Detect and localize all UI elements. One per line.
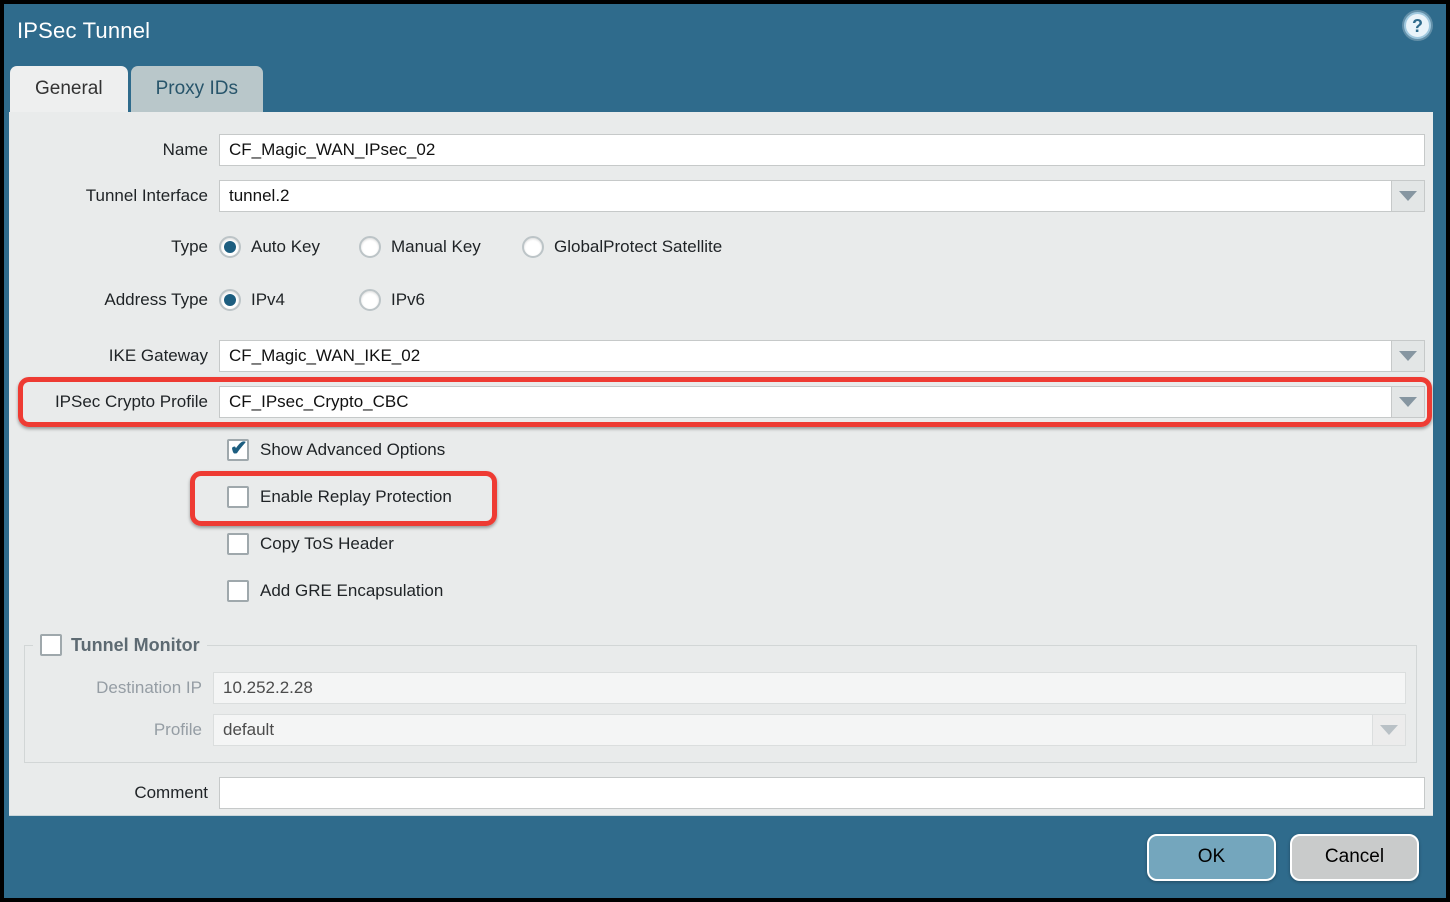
show-advanced-options-label: Show Advanced Options	[260, 440, 445, 460]
ike-gateway-input[interactable]: CF_Magic_WAN_IKE_02	[219, 340, 1391, 372]
dialog-footer: OK Cancel	[4, 816, 1446, 898]
tunnel-interface-row: Tunnel Interface tunnel.2	[9, 180, 1425, 212]
add-gre-encapsulation-label: Add GRE Encapsulation	[260, 581, 443, 601]
chevron-down-icon	[1399, 191, 1417, 201]
comment-input[interactable]	[219, 777, 1425, 809]
ike-gateway-label: IKE Gateway	[9, 346, 219, 366]
tunnel-interface-dropdown-button[interactable]	[1391, 180, 1425, 212]
dialog-title: IPSec Tunnel	[17, 18, 150, 44]
general-tab-panel: Name CF_Magic_WAN_IPsec_02 Tunnel Interf…	[9, 112, 1433, 816]
radio-ipv6[interactable]	[359, 289, 381, 311]
ipsec-crypto-profile-input[interactable]: CF_IPsec_Crypto_CBC	[219, 386, 1391, 418]
tunnel-monitor-label: Tunnel Monitor	[71, 635, 200, 656]
cancel-button[interactable]: Cancel	[1290, 834, 1419, 881]
enable-replay-protection-checkbox[interactable]	[227, 486, 249, 508]
comment-row: Comment	[9, 777, 1425, 809]
tunnel-monitor-group: Tunnel Monitor Destination IP 10.252.2.2…	[24, 634, 1417, 763]
show-advanced-options-row: Show Advanced Options	[9, 437, 1425, 463]
screen: IPSec Tunnel ? General Proxy IDs Name CF…	[0, 0, 1450, 902]
add-gre-encapsulation-checkbox[interactable]	[227, 580, 249, 602]
ipsec-crypto-profile-dropdown-button[interactable]	[1391, 386, 1425, 418]
ipsec-crypto-profile-label: IPSec Crypto Profile	[9, 392, 219, 412]
type-option-auto-key[interactable]: Auto Key	[219, 236, 359, 258]
comment-label: Comment	[9, 783, 219, 803]
name-input[interactable]: CF_Magic_WAN_IPsec_02	[219, 134, 1425, 166]
copy-tos-header-label: Copy ToS Header	[260, 534, 394, 554]
tunnel-interface-label: Tunnel Interface	[9, 186, 219, 206]
add-gre-encapsulation-row: Add GRE Encapsulation	[9, 578, 1425, 604]
profile-row: Profile default	[25, 714, 1406, 746]
tunnel-interface-input[interactable]: tunnel.2	[219, 180, 1391, 212]
chevron-down-icon	[1399, 397, 1417, 407]
copy-tos-header-row: Copy ToS Header	[9, 531, 1425, 557]
name-row: Name CF_Magic_WAN_IPsec_02	[9, 134, 1425, 166]
profile-input: default	[213, 714, 1372, 746]
help-icon[interactable]: ?	[1404, 12, 1431, 39]
chevron-down-icon	[1399, 351, 1417, 361]
copy-tos-header-checkbox[interactable]	[227, 533, 249, 555]
tunnel-monitor-legend: Tunnel Monitor	[33, 634, 207, 656]
radio-ipv4[interactable]	[219, 289, 241, 311]
type-row: Type Auto Key Manual Key GlobalProtect S…	[9, 234, 1425, 260]
dialog-titlebar: IPSec Tunnel ?	[4, 4, 1446, 62]
radio-manual-key[interactable]	[359, 236, 381, 258]
radio-ipv4-label: IPv4	[251, 290, 285, 310]
name-label: Name	[9, 140, 219, 160]
profile-label: Profile	[25, 720, 213, 740]
ike-gateway-dropdown-button[interactable]	[1391, 340, 1425, 372]
destination-ip-input: 10.252.2.28	[213, 672, 1406, 704]
tunnel-interface-select: tunnel.2	[219, 180, 1425, 212]
radio-manual-key-label: Manual Key	[391, 237, 481, 257]
type-option-globalprotect-satellite[interactable]: GlobalProtect Satellite	[522, 236, 722, 258]
ok-button[interactable]: OK	[1147, 834, 1276, 881]
enable-replay-protection-label: Enable Replay Protection	[260, 487, 452, 507]
radio-globalprotect-satellite[interactable]	[522, 236, 544, 258]
address-type-row: Address Type IPv4 IPv6	[9, 287, 1425, 313]
address-type-option-ipv4[interactable]: IPv4	[219, 289, 359, 311]
radio-ipv6-label: IPv6	[391, 290, 425, 310]
destination-ip-label: Destination IP	[25, 678, 213, 698]
type-option-manual-key[interactable]: Manual Key	[359, 236, 522, 258]
ipsec-crypto-profile-select: CF_IPsec_Crypto_CBC	[219, 386, 1425, 418]
radio-globalprotect-satellite-label: GlobalProtect Satellite	[554, 237, 722, 257]
address-type-label: Address Type	[9, 290, 219, 310]
profile-dropdown-button	[1372, 714, 1406, 746]
ike-gateway-row: IKE Gateway CF_Magic_WAN_IKE_02	[9, 340, 1425, 372]
tab-general[interactable]: General	[10, 66, 128, 112]
ipsec-crypto-profile-row: IPSec Crypto Profile CF_IPsec_Crypto_CBC	[9, 386, 1425, 418]
type-label: Type	[9, 237, 219, 257]
tab-bar: General Proxy IDs	[10, 66, 263, 112]
ipsec-tunnel-dialog: IPSec Tunnel ? General Proxy IDs Name CF…	[4, 4, 1446, 898]
radio-auto-key[interactable]	[219, 236, 241, 258]
profile-select: default	[213, 714, 1406, 746]
enable-replay-protection-row: Enable Replay Protection	[9, 484, 1425, 510]
tunnel-monitor-checkbox[interactable]	[40, 634, 62, 656]
radio-auto-key-label: Auto Key	[251, 237, 320, 257]
chevron-down-icon	[1380, 725, 1398, 735]
address-type-option-ipv6[interactable]: IPv6	[359, 289, 425, 311]
tab-proxy-ids[interactable]: Proxy IDs	[131, 66, 263, 112]
show-advanced-options-checkbox[interactable]	[227, 439, 249, 461]
destination-ip-row: Destination IP 10.252.2.28	[25, 672, 1406, 704]
ike-gateway-select: CF_Magic_WAN_IKE_02	[219, 340, 1425, 372]
